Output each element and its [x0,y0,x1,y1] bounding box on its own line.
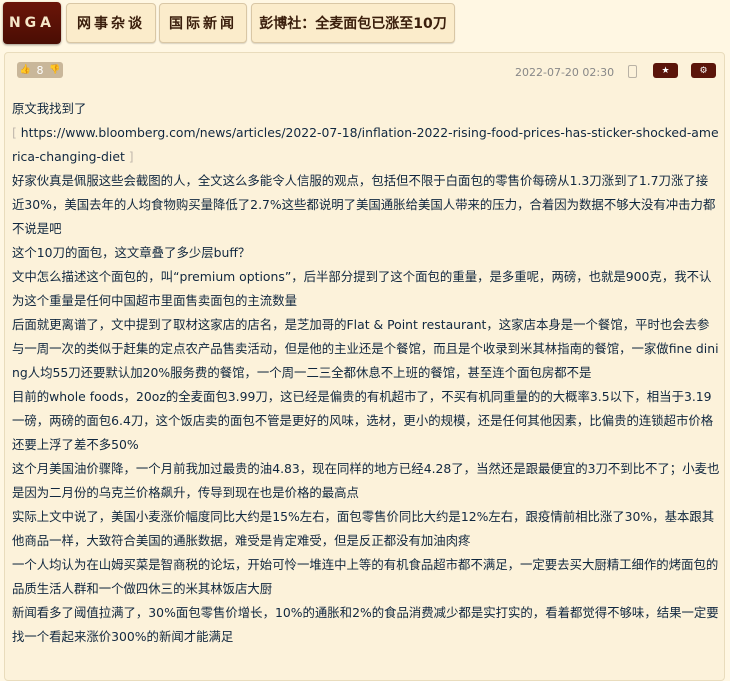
post-intro: 原文我找到了 [12,101,87,116]
url-bracket-close: ] [128,149,134,164]
nga-logo[interactable]: NGA [3,2,61,44]
gear-icon[interactable]: ⚙ [691,63,716,78]
breadcrumb-subforum[interactable]: 国际新闻 [159,3,247,43]
post-paragraph: 实际上文中说了，美国小麦涨价幅度同比大约是15%左右，面包零售价同比大约是12%… [12,509,715,548]
post-card: 👍 8 👎 2022-07-20 02:30 ★ ⚙ 原文我找到了 [ http… [4,52,725,681]
post-date: 2022-07-20 02:30 [515,66,615,79]
post-paragraph: 这个10刀的面包，这文章叠了多少层buff？ [12,245,251,260]
breadcrumb-forum-topic[interactable]: 网事杂谈 [66,3,156,43]
post-paragraph: 一个人均认为在山姆买菜是智商税的论坛，开始可怜一堆连中上等的有机食品超市都不满足… [12,557,719,596]
star-icon[interactable]: ★ [653,63,678,78]
post-paragraph: 新闻看多了阈值拉满了，30%面包零售价增长，10%的通胀和2%的食品消费减少都是… [12,605,719,644]
post-paragraph: 后面就更离谱了，文中提到了取材这家店的店名，是芝加哥的Flat & Point … [12,317,719,380]
post-paragraph: 好家伙真是佩服这些会截图的人，全文这么多能令人信服的观点，包括但不限于白面包的零… [12,173,716,236]
url-bracket-open: [ [12,125,17,140]
thumbs-down-icon[interactable]: 👎 [49,65,60,75]
post-paragraph: 这个月美国油价骤降，一个月前我加过最贵的油4.83，现在同样的地方已经4.28了… [12,461,720,500]
source-link[interactable]: [ https://www.bloomberg.com/news/article… [12,121,720,169]
vote-widget[interactable]: 👍 8 👎 [17,62,63,78]
post-header: 👍 8 👎 2022-07-20 02:30 ★ ⚙ [5,53,724,89]
top-nav: NGA 网事杂谈 国际新闻 彭博社：全麦面包已涨至10刀 [0,0,730,50]
post-paragraph: 文中怎么描述这个面包的，叫“premium options”，后半部分提到了这个… [12,269,712,308]
vote-count: 8 [36,63,44,77]
breadcrumb-thread-title[interactable]: 彭博社：全麦面包已涨至10刀 [251,3,455,43]
phone-icon [628,65,637,78]
thumbs-up-icon[interactable]: 👍 [20,65,31,75]
post-content: 原文我找到了 [ https://www.bloomberg.com/news/… [12,97,720,649]
source-url[interactable]: https://www.bloomberg.com/news/articles/… [12,125,719,164]
post-paragraph: 目前的whole foods，20oz的全麦面包3.99刀，这已经是偏贵的有机超… [12,389,714,452]
